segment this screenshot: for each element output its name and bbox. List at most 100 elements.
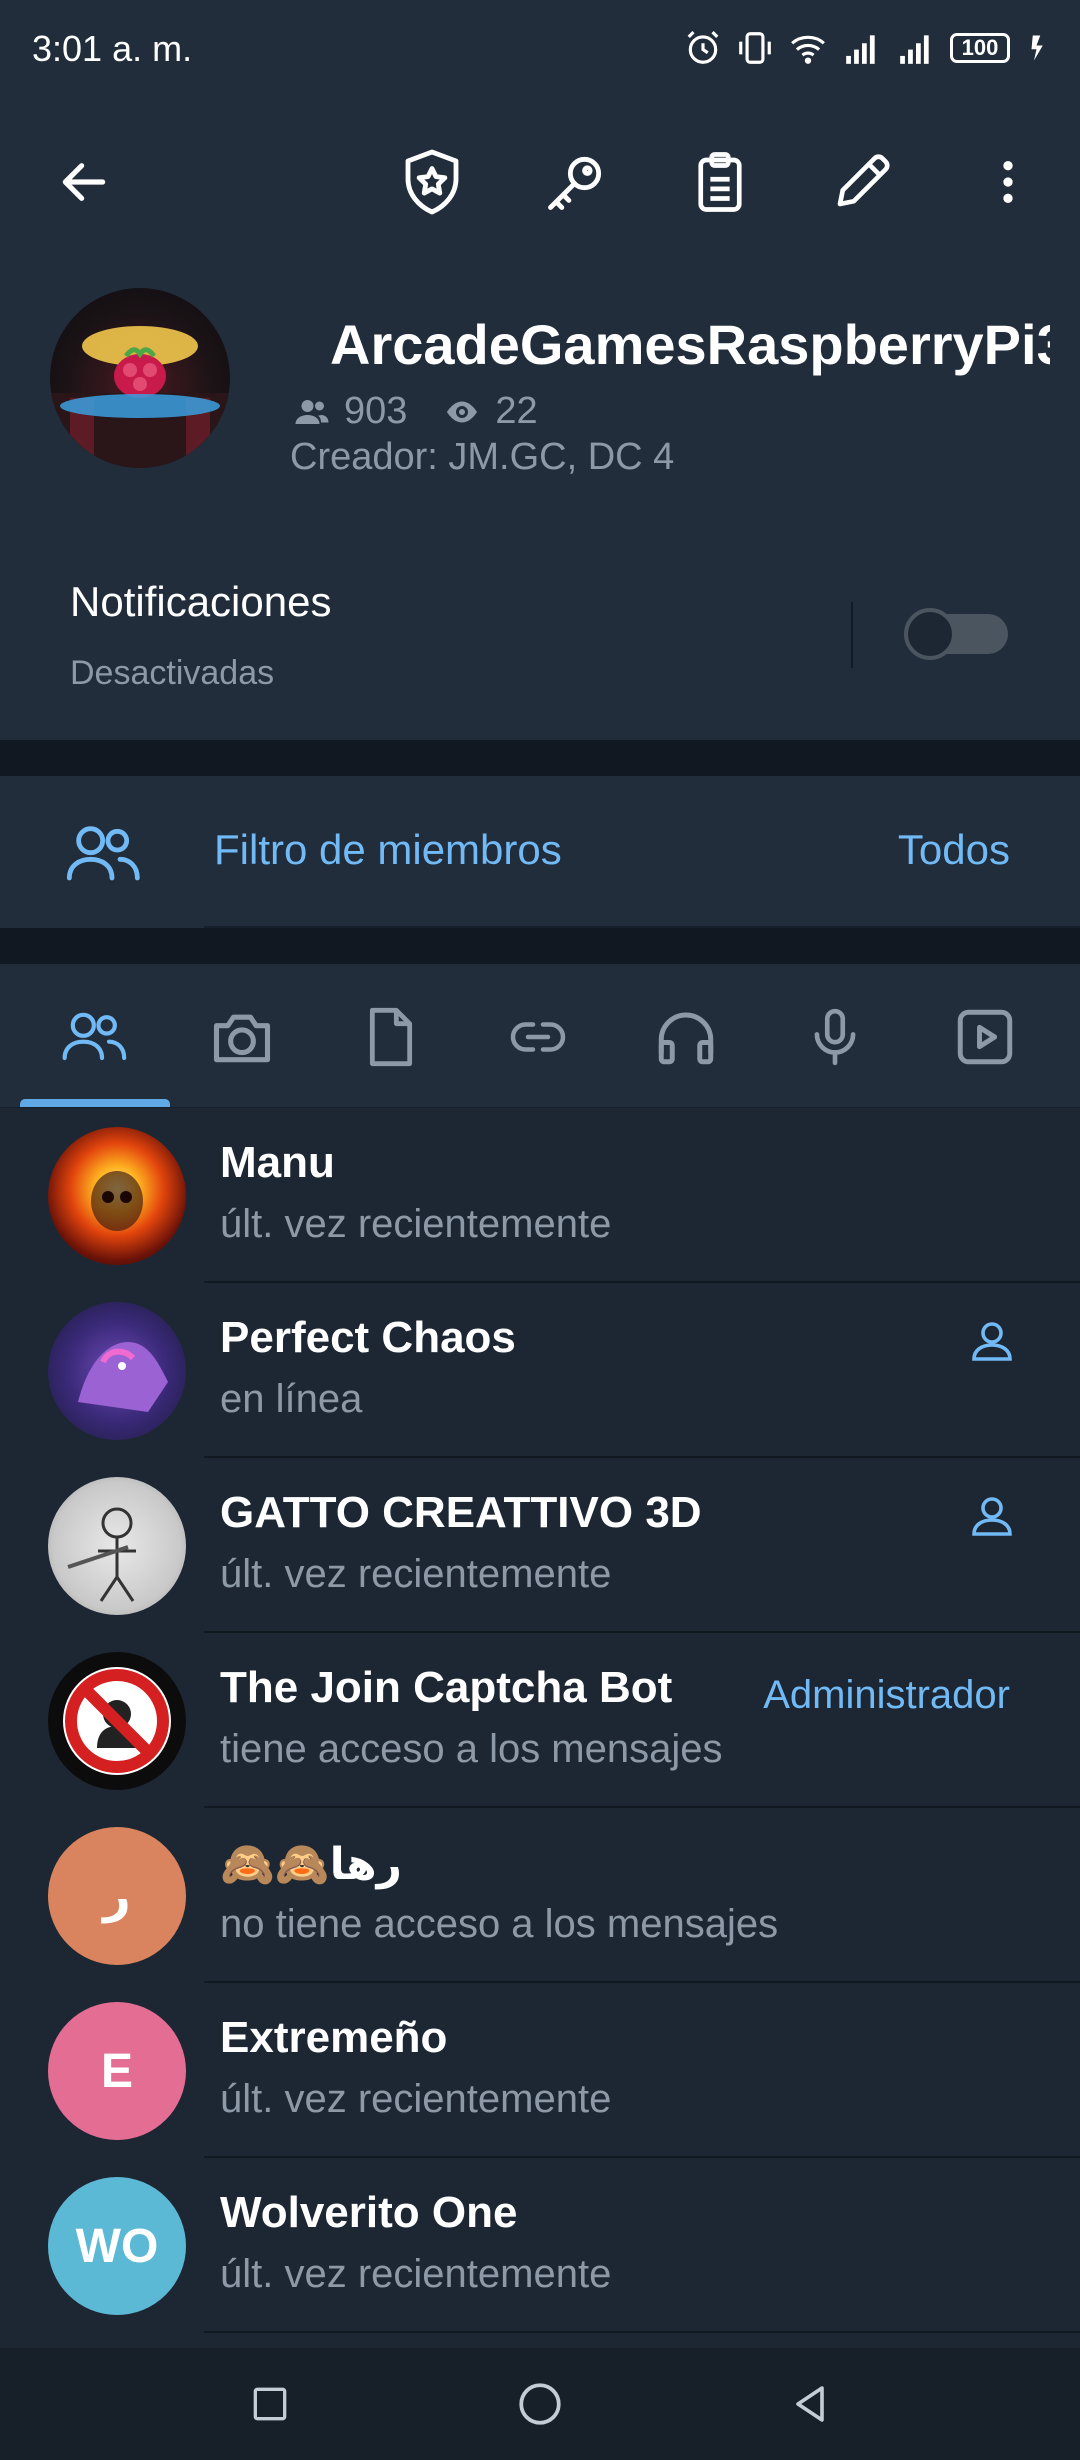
member-status: últ. vez recientemente bbox=[220, 2252, 612, 2296]
channel-stats: 903 22 bbox=[290, 390, 538, 433]
list-item[interactable]: GATTO CREATTIVO 3D últ. vez recientement… bbox=[0, 1458, 1080, 1633]
tab-links[interactable] bbox=[503, 1002, 573, 1072]
key-icon bbox=[548, 156, 602, 210]
list-item[interactable]: E Extremeño últ. vez recientemente bbox=[0, 1983, 1080, 2158]
tab-members[interactable] bbox=[60, 1002, 130, 1072]
member-status: últ. vez recientemente bbox=[220, 1552, 612, 1596]
channel-header: ArcadeGamesRaspberryPi3 903 22 Creador: … bbox=[0, 280, 1080, 532]
viewers-count: 22 bbox=[495, 390, 538, 432]
more-options-button[interactable] bbox=[960, 134, 1056, 230]
member-name: Manu bbox=[220, 1138, 335, 1187]
sketch-cat-image bbox=[67, 1507, 136, 1602]
member-avatar: ر bbox=[48, 1827, 186, 1965]
list-item[interactable]: ر 🙈🙈رها no tiene acceso a los mensajes bbox=[0, 1808, 1080, 1983]
notifications-label: Notificaciones bbox=[70, 578, 332, 625]
section-divider bbox=[0, 740, 1080, 776]
avatar-initials: E bbox=[100, 2044, 133, 2098]
member-name: Perfect Chaos bbox=[220, 1313, 516, 1362]
admin-rights-button[interactable] bbox=[384, 134, 480, 230]
microphone-icon bbox=[814, 1008, 856, 1066]
member-name: Wolverito One bbox=[220, 2188, 518, 2237]
system-back-button[interactable] bbox=[762, 2356, 858, 2452]
tab-videos[interactable] bbox=[950, 1002, 1020, 1072]
row-separator bbox=[204, 2331, 1080, 2333]
pencil-icon bbox=[837, 154, 890, 207]
member-list: Manu últ. vez recientemente Perfect Chao… bbox=[0, 1108, 1080, 2348]
member-status: no tiene acceso a los mensajes bbox=[220, 1902, 779, 1946]
recent-actions-button[interactable] bbox=[672, 134, 768, 230]
notifications-row[interactable]: Notificaciones Desactivadas bbox=[0, 532, 1080, 740]
avatar-initials: WO bbox=[75, 2219, 159, 2273]
alarm-icon bbox=[687, 31, 719, 64]
member-avatar: WO bbox=[48, 2177, 186, 2315]
notifications-status: Desactivadas bbox=[70, 654, 275, 692]
channel-avatar-image bbox=[50, 326, 230, 468]
member-avatar bbox=[48, 1127, 186, 1265]
member-name: The Join Captcha Bot bbox=[220, 1663, 673, 1712]
contact-icon bbox=[972, 1497, 1012, 1536]
member-status: tiene acceso a los mensajes bbox=[220, 1727, 723, 1771]
tab-voice[interactable] bbox=[800, 1002, 870, 1072]
home-button[interactable] bbox=[492, 2356, 588, 2452]
status-time: 3:01 a. m. bbox=[32, 28, 193, 69]
member-filter-row[interactable]: Filtro de miembros Todos bbox=[0, 776, 1080, 928]
tab-music[interactable] bbox=[651, 1002, 721, 1072]
app-bar bbox=[0, 100, 1080, 280]
channel-creator: Creador: JM.GC, DC 4 bbox=[290, 436, 675, 478]
eye-icon bbox=[447, 401, 478, 422]
tab-media[interactable] bbox=[207, 1002, 277, 1072]
notifications-divider bbox=[851, 602, 853, 668]
video-icon bbox=[957, 1009, 1013, 1065]
member-name: GATTO CREATTIVO 3D bbox=[220, 1488, 702, 1537]
members-count: 903 bbox=[344, 390, 408, 432]
headphones-icon bbox=[658, 1012, 714, 1065]
camera-icon bbox=[213, 1014, 271, 1063]
admin-badge: Administrador bbox=[763, 1673, 1010, 1717]
back-arrow-icon bbox=[62, 163, 106, 201]
member-avatar bbox=[48, 1477, 186, 1615]
notifications-toggle[interactable] bbox=[904, 608, 1008, 660]
signal-icon bbox=[900, 35, 929, 64]
member-avatar bbox=[48, 1302, 186, 1440]
clipboard-icon bbox=[698, 152, 742, 212]
member-avatar: E bbox=[48, 2002, 186, 2140]
signal-icon bbox=[846, 35, 875, 64]
tab-files[interactable] bbox=[356, 1002, 426, 1072]
list-item[interactable]: WO Wolverito One últ. vez recientemente bbox=[0, 2158, 1080, 2333]
edit-button[interactable] bbox=[814, 134, 910, 230]
link-icon bbox=[510, 1022, 566, 1052]
contact-icon bbox=[972, 1322, 1012, 1361]
no-bot-icon bbox=[63, 1667, 171, 1775]
status-bar: 3:01 a. m. 100 bbox=[0, 0, 1080, 100]
recents-button[interactable] bbox=[222, 2356, 318, 2452]
member-name: Extremeño bbox=[220, 2013, 448, 2062]
purple-creature-image bbox=[78, 1342, 168, 1412]
list-item[interactable]: Perfect Chaos en línea bbox=[0, 1283, 1080, 1458]
members-count-icon bbox=[295, 399, 329, 424]
charging-icon bbox=[1031, 35, 1043, 61]
member-filter-value[interactable]: Todos bbox=[898, 826, 1010, 874]
battery-level: 100 bbox=[961, 35, 999, 60]
avatar-initials: ر bbox=[103, 1870, 131, 1923]
shield-star-icon bbox=[405, 149, 459, 215]
more-vert-icon bbox=[1003, 161, 1013, 203]
member-status: en línea bbox=[220, 1377, 363, 1421]
back-triangle-icon bbox=[796, 2386, 824, 2422]
members-filter-icon bbox=[66, 826, 140, 881]
vibrate-icon bbox=[739, 32, 771, 64]
members-icon bbox=[62, 1012, 127, 1061]
system-nav-bar bbox=[0, 2348, 1080, 2460]
member-avatar bbox=[48, 1652, 186, 1790]
status-icons: 100 bbox=[684, 26, 1054, 70]
member-filter-label: Filtro de miembros bbox=[214, 826, 562, 873]
wifi-icon bbox=[791, 35, 825, 64]
permissions-button[interactable] bbox=[528, 134, 624, 230]
list-item[interactable]: Manu últ. vez recientemente bbox=[0, 1108, 1080, 1283]
toggle-knob bbox=[904, 608, 956, 660]
recents-square-icon bbox=[253, 2387, 287, 2421]
channel-avatar[interactable] bbox=[50, 288, 230, 468]
back-button[interactable] bbox=[36, 134, 132, 230]
battery-icon: 100 bbox=[950, 33, 1010, 63]
home-circle-icon bbox=[519, 2383, 561, 2425]
list-item[interactable]: The Join Captcha Bot tiene acceso a los … bbox=[0, 1633, 1080, 1808]
